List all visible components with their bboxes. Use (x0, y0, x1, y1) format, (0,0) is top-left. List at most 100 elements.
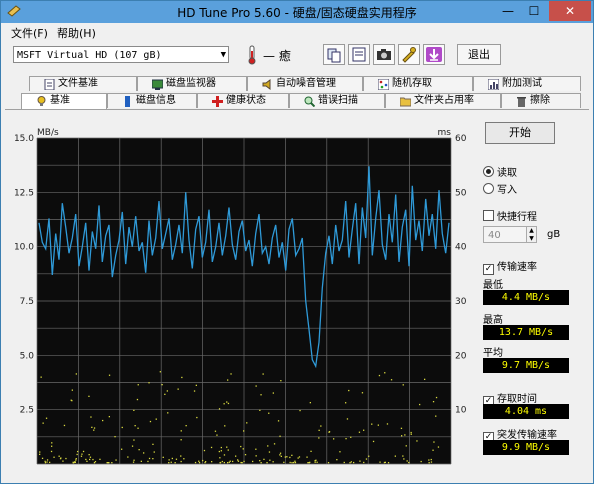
tab-file-benchmark[interactable]: 文件基准 (29, 76, 137, 91)
options-button[interactable] (398, 44, 420, 65)
access-time-point (333, 438, 335, 440)
exit-button[interactable]: 退出 (457, 44, 501, 65)
access-time-point (39, 453, 41, 455)
access-time-point (433, 441, 435, 443)
access-time-point (131, 445, 134, 447)
transfer-rate-checkbox[interactable]: ✓ 传输速率 (483, 258, 537, 275)
access-time-point (85, 458, 87, 461)
access-time-point (133, 439, 135, 441)
drive-select[interactable]: MSFT Virtual HD (107 gB) ▼ (13, 46, 229, 63)
access-time-point (216, 434, 218, 436)
access-time-point (198, 460, 200, 462)
tab-label: 错误扫描 (318, 95, 358, 106)
access-time-point (99, 458, 101, 460)
download-button[interactable] (423, 44, 445, 65)
camera-icon (377, 49, 391, 60)
access-time-point (93, 427, 96, 429)
menu-help[interactable]: 帮助(H) (57, 25, 96, 41)
access-time-point (419, 403, 421, 406)
access-time-point (240, 445, 242, 448)
short-stroke-checkbox[interactable]: 快捷行程 (483, 208, 537, 223)
min-value: 4.4 MB/s (483, 290, 569, 305)
access-time-point (361, 392, 364, 394)
tab-label: 磁盘信息 (136, 95, 176, 106)
tab-erase[interactable]: 擦除 (501, 93, 581, 108)
access-time-point (410, 433, 412, 435)
copy-button[interactable] (323, 44, 345, 65)
access-time-point (164, 393, 166, 395)
access-time-point (346, 418, 349, 420)
screenshot-button[interactable] (373, 44, 395, 65)
access-time-point (180, 439, 182, 441)
access-time-point (50, 450, 53, 453)
access-time-point (307, 462, 309, 464)
min-label: 最低 (483, 280, 503, 291)
tab-extra-tests[interactable]: 附加测试 (473, 76, 581, 91)
access-time-point (269, 459, 271, 461)
red-cross-icon (212, 96, 223, 107)
access-time-point (428, 459, 430, 461)
maximize-button[interactable]: ☐ (521, 1, 547, 21)
access-time-point (159, 371, 161, 373)
start-button[interactable]: 开始 (485, 122, 555, 144)
tab-aam[interactable]: 自动噪音管理 (247, 76, 363, 91)
menu-file[interactable]: 文件(F) (11, 25, 48, 41)
tab-benchmark[interactable]: 基准 (21, 93, 107, 110)
access-time-point (81, 453, 83, 455)
access-time-point (62, 460, 64, 462)
access-time-point (289, 461, 291, 464)
access-time-point (59, 458, 62, 460)
access-time-point (41, 457, 44, 459)
access-time-point (75, 373, 77, 375)
extra-tests-icon (488, 79, 499, 90)
access-time-point (435, 396, 438, 399)
access-time-point (237, 459, 239, 461)
access-time-point (327, 462, 330, 464)
access-time-point (133, 409, 135, 411)
read-radio[interactable]: 读取 (483, 164, 517, 179)
access-time-point (152, 458, 154, 460)
tab-error-scan[interactable]: 错误扫描 (289, 93, 385, 108)
access-time-point (140, 460, 142, 462)
access-time-point (291, 462, 293, 464)
copy-info-button[interactable] (348, 44, 370, 65)
tab-label: 自动噪音管理 (276, 78, 336, 89)
tab-disk-info[interactable]: 磁盘信息 (107, 93, 197, 108)
access-time-point (218, 408, 221, 410)
access-time-point (183, 458, 185, 460)
access-time-point (132, 461, 135, 463)
access-time-point (424, 378, 426, 380)
tab-disk-monitor[interactable]: 磁盘监视器 (137, 76, 247, 91)
access-time-point (310, 450, 312, 452)
access-time-point (107, 462, 109, 464)
access-time-point (88, 395, 90, 397)
access-time-point (162, 456, 164, 458)
left-axis-tick: 2.5 (20, 406, 34, 416)
benchmark-panel: MB/s ms 15.0 12.5 10.0 7.5 5.0 2.5 60 50 40 30 20… (5, 109, 589, 483)
avg-value: 9.7 MB/s (483, 358, 569, 373)
access-time-point (138, 449, 140, 451)
access-time-point (394, 455, 396, 457)
short-stroke-input[interactable]: 40 (483, 226, 527, 243)
access-time-point (75, 459, 77, 461)
access-time-point (377, 424, 379, 426)
access-time-point (224, 425, 226, 427)
access-time-point (280, 455, 282, 457)
max-label: 最高 (483, 315, 503, 326)
access-time-point (44, 462, 47, 464)
access-time-point (430, 461, 433, 463)
access-time-point (386, 423, 389, 425)
access-time-point (318, 437, 320, 439)
access-time-point (44, 460, 46, 462)
tab-random-access[interactable]: 随机存取 (363, 76, 473, 91)
minimize-button[interactable]: — (495, 1, 521, 21)
close-button[interactable]: ✕ (549, 1, 591, 21)
access-time-point (345, 402, 347, 404)
trash-icon (517, 97, 526, 107)
access-time-point (77, 450, 79, 453)
tab-folder-usage[interactable]: 文件夹占用率 (385, 93, 501, 108)
write-radio[interactable]: 写入 (483, 181, 517, 196)
short-stroke-stepper[interactable]: ▲ ▼ (527, 226, 537, 243)
tab-health[interactable]: 健康状态 (197, 93, 289, 108)
access-time-point (293, 461, 295, 464)
